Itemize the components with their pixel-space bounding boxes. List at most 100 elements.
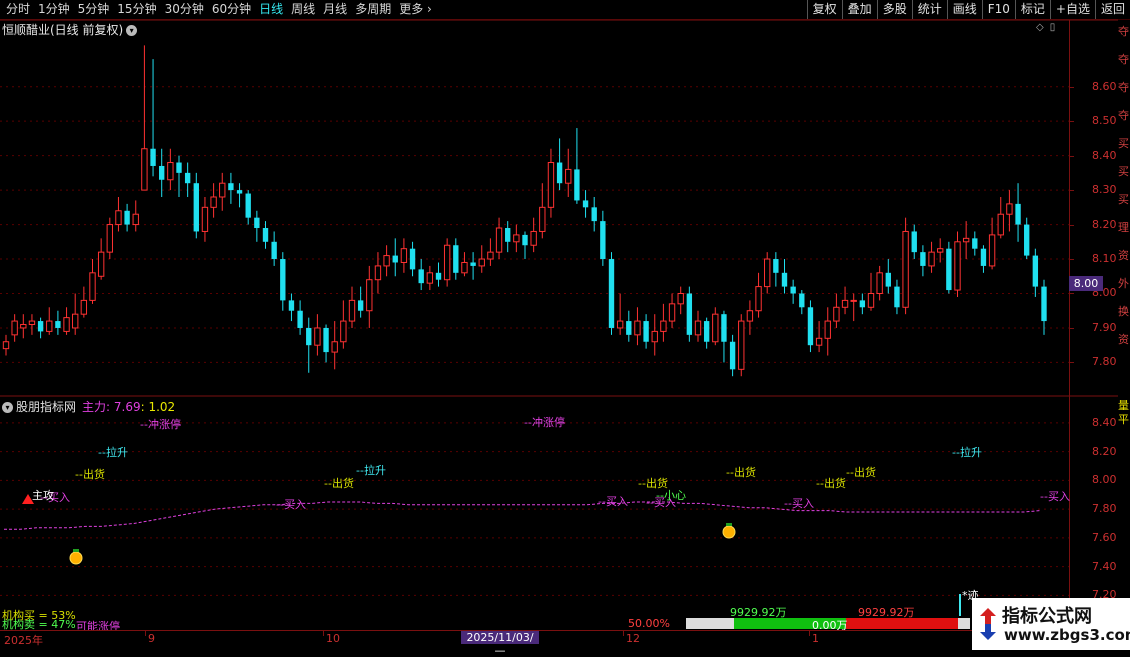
candle-body: [773, 259, 779, 273]
chevron-down-icon[interactable]: ▾: [126, 25, 138, 36]
indicator-tick-label: 8.40: [1092, 415, 1117, 429]
candle: [132, 200, 139, 232]
candle: [582, 190, 589, 218]
side-strip-char: 理: [1118, 221, 1129, 234]
price-tick-label: 8.20: [1092, 217, 1117, 231]
candle: [374, 252, 382, 294]
bar-segment-red: [846, 618, 958, 629]
candle-body: [643, 321, 649, 342]
candle: [357, 286, 364, 318]
candle-body: [487, 251, 494, 260]
side-strip-char: 量: [1118, 399, 1129, 412]
candle-body: [409, 248, 416, 270]
candle: [2, 334, 10, 356]
candle: [418, 259, 424, 291]
candle: [184, 162, 191, 197]
candle: [972, 231, 978, 256]
candle-body: [348, 299, 356, 322]
signal-buy: --买入: [598, 495, 628, 508]
candle-body: [271, 241, 277, 260]
candle: [885, 259, 891, 294]
candle-body: [920, 252, 926, 266]
candle: [574, 128, 580, 204]
price-tick-label: 7.80: [1092, 355, 1117, 369]
candle: [37, 317, 44, 339]
price-tick-label: 8.50: [1092, 114, 1117, 128]
diamond-icon[interactable]: ◇: [1036, 22, 1044, 33]
price-axis: 8.60 8.50 8.40 8.30 8.20 8.10 8.00 7.90 7.80 8.40…: [1069, 20, 1118, 630]
candle-body: [781, 272, 788, 287]
candle: [712, 307, 719, 346]
candle: [660, 303, 667, 342]
candle: [807, 300, 814, 353]
candle: [340, 300, 347, 349]
candle: [833, 293, 840, 328]
candle-body: [539, 206, 546, 232]
candle: [703, 317, 710, 349]
candle: [46, 307, 53, 335]
candle-body: [280, 259, 286, 301]
candle-body: [314, 327, 321, 346]
candle-body: [11, 320, 18, 336]
candle: [539, 183, 546, 239]
candle: [280, 252, 286, 311]
side-strip-char: 换: [1118, 305, 1129, 318]
candle-body: [176, 162, 182, 173]
candle: [997, 196, 1004, 239]
signal-ship: --出货: [75, 468, 105, 481]
candle: [729, 334, 736, 377]
main-chart-title: 恒顺醋业(日线 前复权) ▾: [2, 21, 138, 38]
signal-ship: --出货: [846, 466, 876, 479]
candle: [522, 231, 528, 260]
candle-body: [859, 300, 866, 308]
candle-body: [582, 200, 589, 208]
watermark-icon: [980, 608, 996, 640]
candle: [11, 314, 18, 342]
candle-body: [97, 251, 105, 277]
candle-body: [928, 251, 935, 267]
candle-body: [478, 258, 485, 267]
candle: [894, 279, 900, 315]
candle: [262, 221, 269, 249]
candle-body: [72, 313, 79, 329]
price-tick-mark: [1070, 327, 1074, 329]
candle-body: [167, 162, 174, 181]
window-controls: ◇ ▯: [1036, 22, 1061, 33]
candle: [245, 190, 251, 225]
candle-body: [1024, 224, 1030, 256]
bar-segment-left: [686, 618, 734, 629]
candle: [478, 245, 485, 273]
candle-body: [738, 320, 745, 370]
candle: [461, 252, 468, 277]
candle: [815, 321, 823, 353]
candle-body: [184, 172, 191, 184]
candle: [487, 238, 494, 266]
side-strip-char: 买: [1118, 193, 1129, 206]
date-axis: 2025年 9 10 12 1: [0, 630, 1130, 651]
candle: [63, 307, 70, 335]
date-cursor-badge: 2025/11/03/—: [461, 631, 539, 657]
price-tick-mark: [1070, 362, 1074, 364]
date-tick: [323, 631, 324, 636]
chevron-down-icon[interactable]: ▾: [2, 402, 13, 413]
candle-body: [530, 230, 537, 246]
candle: [141, 45, 148, 191]
candle: [876, 265, 883, 301]
candlestick-series: [2, 45, 1047, 377]
candle-body: [80, 299, 88, 315]
side-strip-char: 夺: [1118, 53, 1129, 66]
candle: [694, 310, 702, 342]
maximize-icon[interactable]: ▯: [1050, 22, 1056, 33]
candle: [453, 238, 459, 280]
gold-coin-icon: [69, 551, 83, 565]
candle-body: [626, 321, 632, 335]
watermark-logo: 指标公式网 www.zbgs3.com: [972, 598, 1130, 650]
candle: [790, 279, 796, 304]
candle: [962, 221, 970, 260]
signal-buy: --买入: [784, 497, 814, 510]
candle: [1041, 279, 1047, 335]
chart-canvas[interactable]: [0, 0, 1130, 650]
candle-body: [746, 310, 754, 322]
candle: [988, 217, 996, 270]
coin-leaf-icon: [73, 549, 79, 552]
